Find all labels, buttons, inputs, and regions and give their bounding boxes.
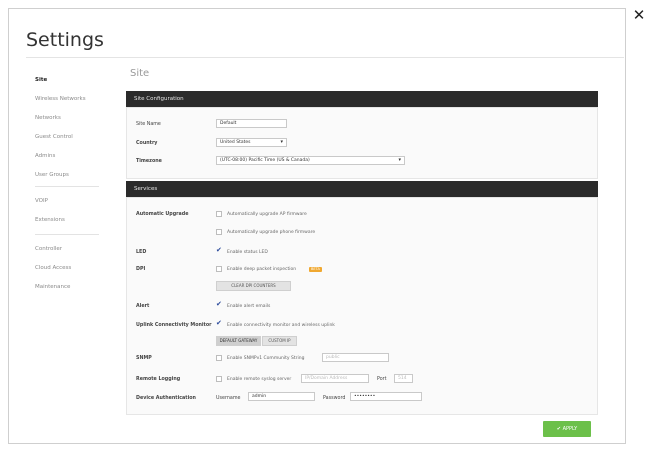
title-divider [26, 57, 624, 58]
password-input[interactable]: •••••••• [350, 392, 422, 401]
timezone-value: (UTC-08:00) Pacific Time (US & Canada) [220, 158, 310, 163]
apply-button[interactable]: ✔ APPLY [543, 421, 591, 437]
section-title: Site [130, 68, 150, 79]
sidebar-item-user-groups[interactable]: User Groups [35, 172, 69, 178]
device-authentication-label: Device Authentication [136, 396, 196, 401]
site-name-input[interactable]: Default [216, 119, 287, 128]
uplink-monitor-label: Uplink Connectivity Monitor [136, 323, 212, 328]
snmp-community-input[interactable]: public [322, 353, 389, 362]
automatic-upgrade-label: Automatic Upgrade [136, 212, 189, 217]
sidebar-item-admins[interactable]: Admins [35, 153, 55, 159]
country-label: Country [136, 141, 158, 146]
page-title: Settings [26, 29, 104, 51]
password-label: Password [323, 396, 346, 401]
remote-host-input[interactable]: IP/Domain Address [301, 374, 369, 383]
sidebar-item-wireless-networks[interactable]: Wireless Networks [35, 96, 86, 102]
remote-logging-label: Remote Logging [136, 377, 181, 382]
default-gateway-button[interactable]: DEFAULT GATEWAY [216, 336, 261, 346]
snmp-text: Enable SNMPv1 Community String [227, 356, 305, 361]
sidebar-item-maintenance[interactable]: Maintenance [35, 284, 70, 290]
remote-logging-text: Enable remote syslog server [227, 377, 292, 382]
chevron-down-icon: ▾ [398, 157, 401, 163]
alert-checkbox[interactable] [216, 300, 222, 309]
services-header: Services [126, 181, 598, 197]
dpi-text: Enable deep packet inspection [227, 267, 297, 272]
auto-upgrade-ap-checkbox[interactable] [216, 211, 222, 217]
timezone-select[interactable]: (UTC-08:00) Pacific Time (US & Canada) ▾ [216, 156, 405, 165]
sidebar-item-networks[interactable]: Networks [35, 115, 61, 121]
sidebar-item-voip[interactable]: VOIP [35, 198, 48, 204]
auto-upgrade-phone-text: Automatically upgrade phone firmware [227, 230, 316, 235]
custom-ip-button[interactable]: CUSTOM IP [262, 336, 297, 346]
sidebar-item-site[interactable]: Site [35, 77, 47, 83]
username-label: Username [216, 396, 241, 401]
snmp-checkbox[interactable] [216, 355, 222, 361]
chevron-down-icon: ▾ [280, 139, 283, 145]
uplink-monitor-checkbox[interactable] [216, 319, 222, 328]
led-checkbox[interactable] [216, 246, 222, 255]
username-input[interactable]: admin [248, 392, 315, 401]
port-label: Port [377, 377, 387, 382]
country-value: United States [220, 140, 251, 145]
sidebar-item-cloud-access[interactable]: Cloud Access [35, 265, 71, 271]
remote-logging-checkbox[interactable] [216, 376, 222, 382]
led-text: Enable status LED [227, 250, 268, 255]
dpi-label: DPI [136, 267, 146, 272]
led-label: LED [136, 250, 147, 255]
sidebar-item-controller[interactable]: Controller [35, 246, 62, 252]
dpi-checkbox[interactable] [216, 266, 222, 272]
auto-upgrade-phone-checkbox[interactable] [216, 229, 222, 235]
uplink-monitor-text: Enable connectivity monitor and wireless… [227, 323, 335, 328]
site-configuration-panel [126, 107, 598, 179]
sidebar-divider [35, 186, 99, 187]
alert-label: Alert [136, 304, 150, 309]
site-configuration-header: Site Configuration [126, 91, 598, 107]
clear-dpi-counters-button[interactable]: CLEAR DPI COUNTERS [216, 281, 291, 291]
country-select[interactable]: United States ▾ [216, 138, 287, 147]
sidebar-item-extensions[interactable]: Extensions [35, 217, 65, 223]
site-name-label: Site Name [136, 122, 161, 127]
alert-text: Enable alert emails [227, 304, 271, 309]
sidebar-item-guest-control[interactable]: Guest Control [35, 134, 73, 140]
auto-upgrade-ap-text: Automatically upgrade AP firmware [227, 212, 307, 217]
sidebar-divider [35, 234, 99, 235]
beta-badge: BETA [309, 267, 322, 272]
snmp-label: SNMP [136, 356, 152, 361]
close-icon[interactable]: ✕ [631, 7, 647, 23]
port-input[interactable]: 514 [394, 374, 413, 383]
timezone-label: Timezone [136, 159, 162, 164]
